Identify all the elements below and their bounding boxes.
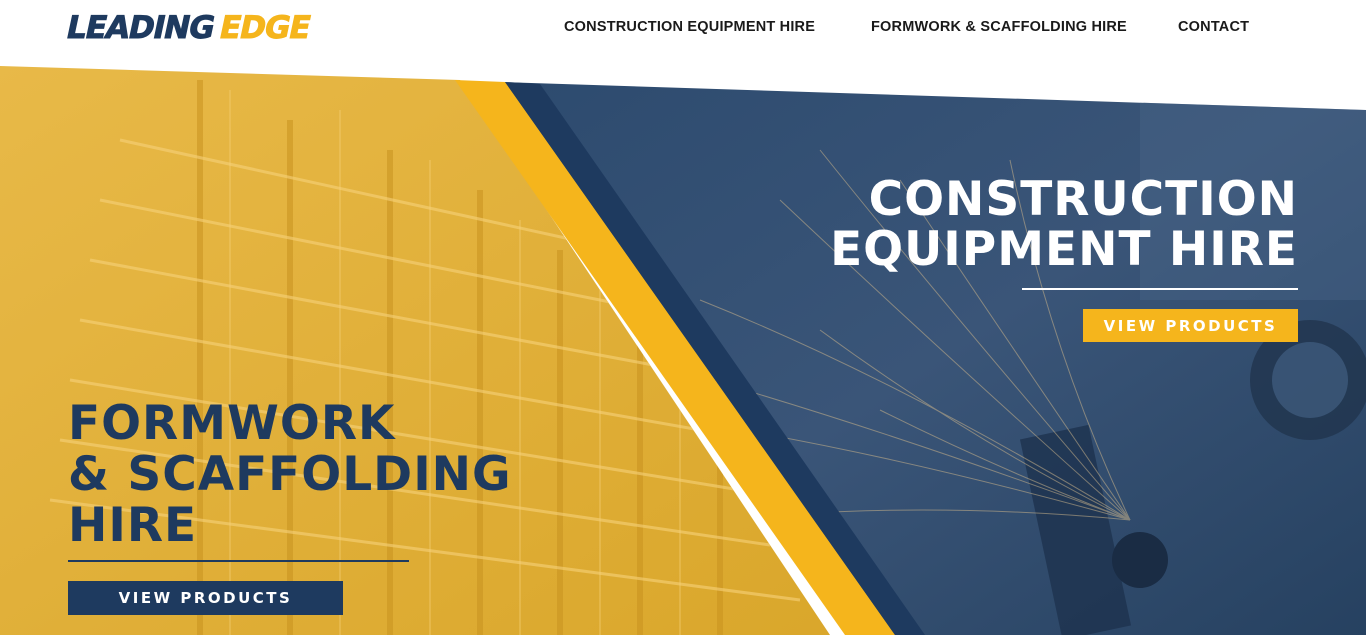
heading-line: CONSTRUCTION	[868, 172, 1298, 227]
logo-text-leading: LEADING	[63, 10, 218, 47]
heading-divider	[1022, 288, 1298, 290]
nav-formwork-scaffolding-hire[interactable]: FORMWORK & SCAFFOLDING HIRE	[871, 19, 1127, 35]
leading-edge-logo[interactable]: LEADING EDGE	[63, 10, 389, 47]
construction-equipment-hire-heading: CONSTRUCTION EQUIPMENT HIRE	[830, 175, 1298, 275]
site-header: LEADING EDGE CONSTRUCTION EQUIPMENT HIRE…	[0, 0, 1366, 66]
heading-divider	[68, 560, 409, 562]
nav-construction-equipment-hire[interactable]: CONSTRUCTION EQUIPMENT HIRE	[564, 19, 815, 35]
view-products-equipment-button[interactable]: VIEW PRODUCTS	[1083, 309, 1298, 342]
heading-line: & SCAFFOLDING	[68, 447, 512, 502]
nav-contact[interactable]: CONTACT	[1178, 19, 1249, 35]
logo-text-edge: EDGE	[215, 10, 313, 47]
formwork-scaffolding-hire-heading: FORMWORK & SCAFFOLDING HIRE	[68, 398, 512, 551]
view-products-formwork-button[interactable]: VIEW PRODUCTS	[68, 581, 343, 615]
heading-line: FORMWORK	[68, 396, 396, 451]
heading-line: HIRE	[68, 498, 198, 553]
heading-line: EQUIPMENT HIRE	[830, 222, 1298, 277]
